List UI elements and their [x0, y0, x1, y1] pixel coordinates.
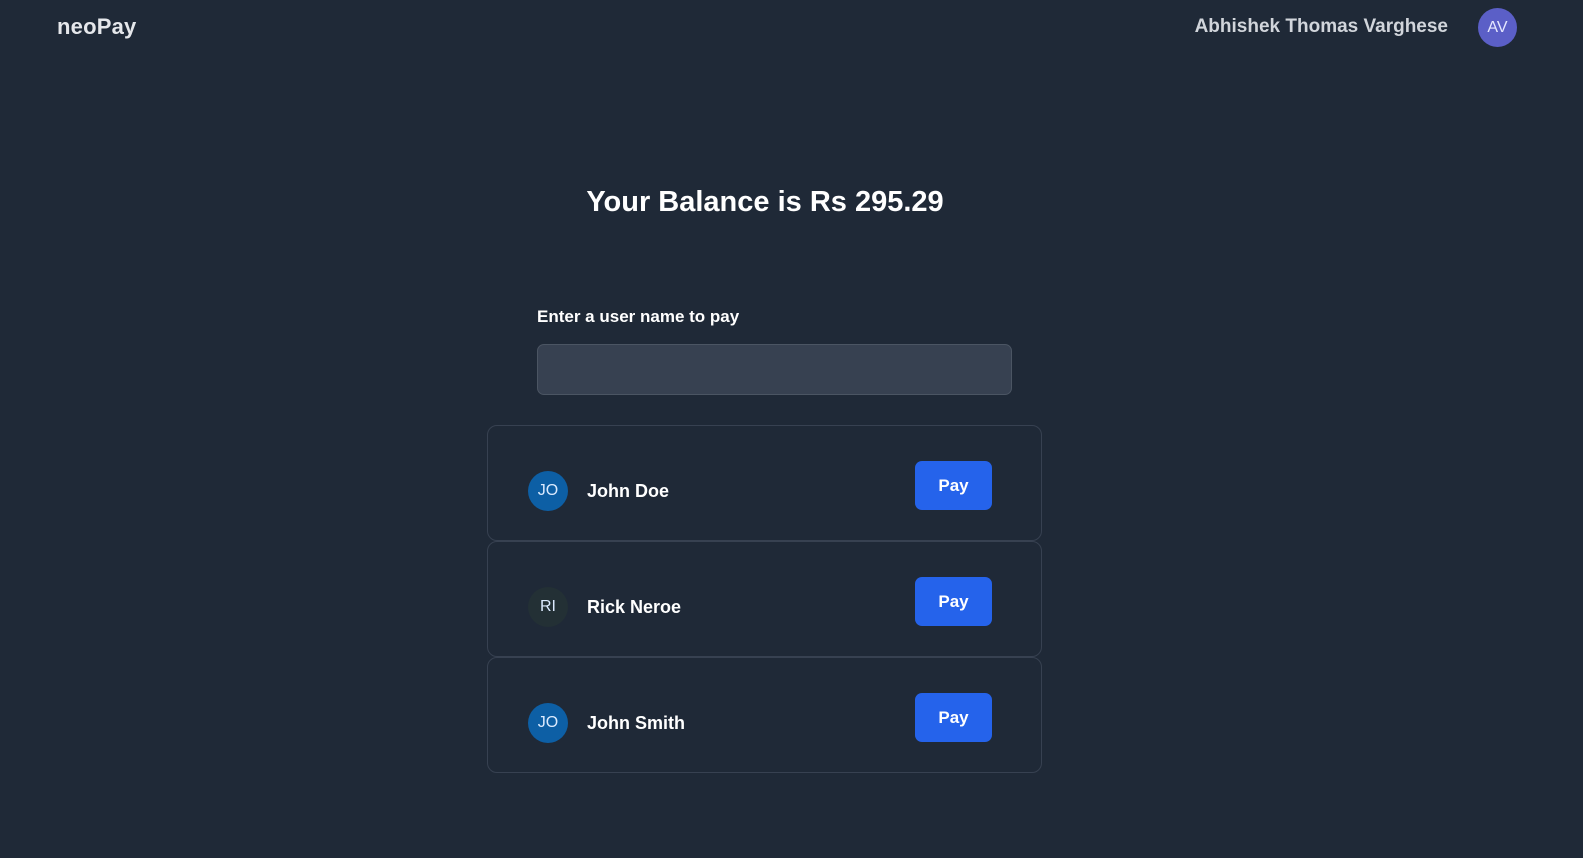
navbar: neoPay Abhishek Thomas Varghese AV [0, 0, 1583, 56]
user-avatar: RI [528, 587, 568, 627]
user-card: JO John Doe Pay [487, 425, 1042, 541]
current-user-avatar[interactable]: AV [1478, 8, 1517, 47]
user-name: John Doe [587, 481, 670, 501]
user-card: RI Rick Neroe Pay [487, 541, 1042, 657]
pay-button[interactable]: Pay [915, 693, 992, 742]
user-avatar: JO [528, 703, 568, 743]
user-avatar: JO [528, 471, 568, 511]
user-name: Rick Neroe [587, 597, 682, 617]
balance-heading: Your Balance is Rs 295.29 [586, 186, 944, 218]
brand-logo-text[interactable]: neoPay [57, 14, 136, 40]
page: neoPay Abhishek Thomas Varghese AV Your … [0, 0, 1583, 858]
pay-button[interactable]: Pay [915, 461, 992, 510]
pay-button[interactable]: Pay [915, 577, 992, 626]
user-name: John Smith [587, 713, 685, 733]
user-search-input[interactable] [537, 344, 1012, 395]
search-label: Enter a user name to pay [537, 307, 740, 326]
user-card: JO John Smith Pay [487, 657, 1042, 773]
user-list: JO John Doe Pay RI Rick Neroe Pay JO Joh… [487, 425, 1042, 773]
current-user-name: Abhishek Thomas Varghese [1194, 16, 1448, 37]
